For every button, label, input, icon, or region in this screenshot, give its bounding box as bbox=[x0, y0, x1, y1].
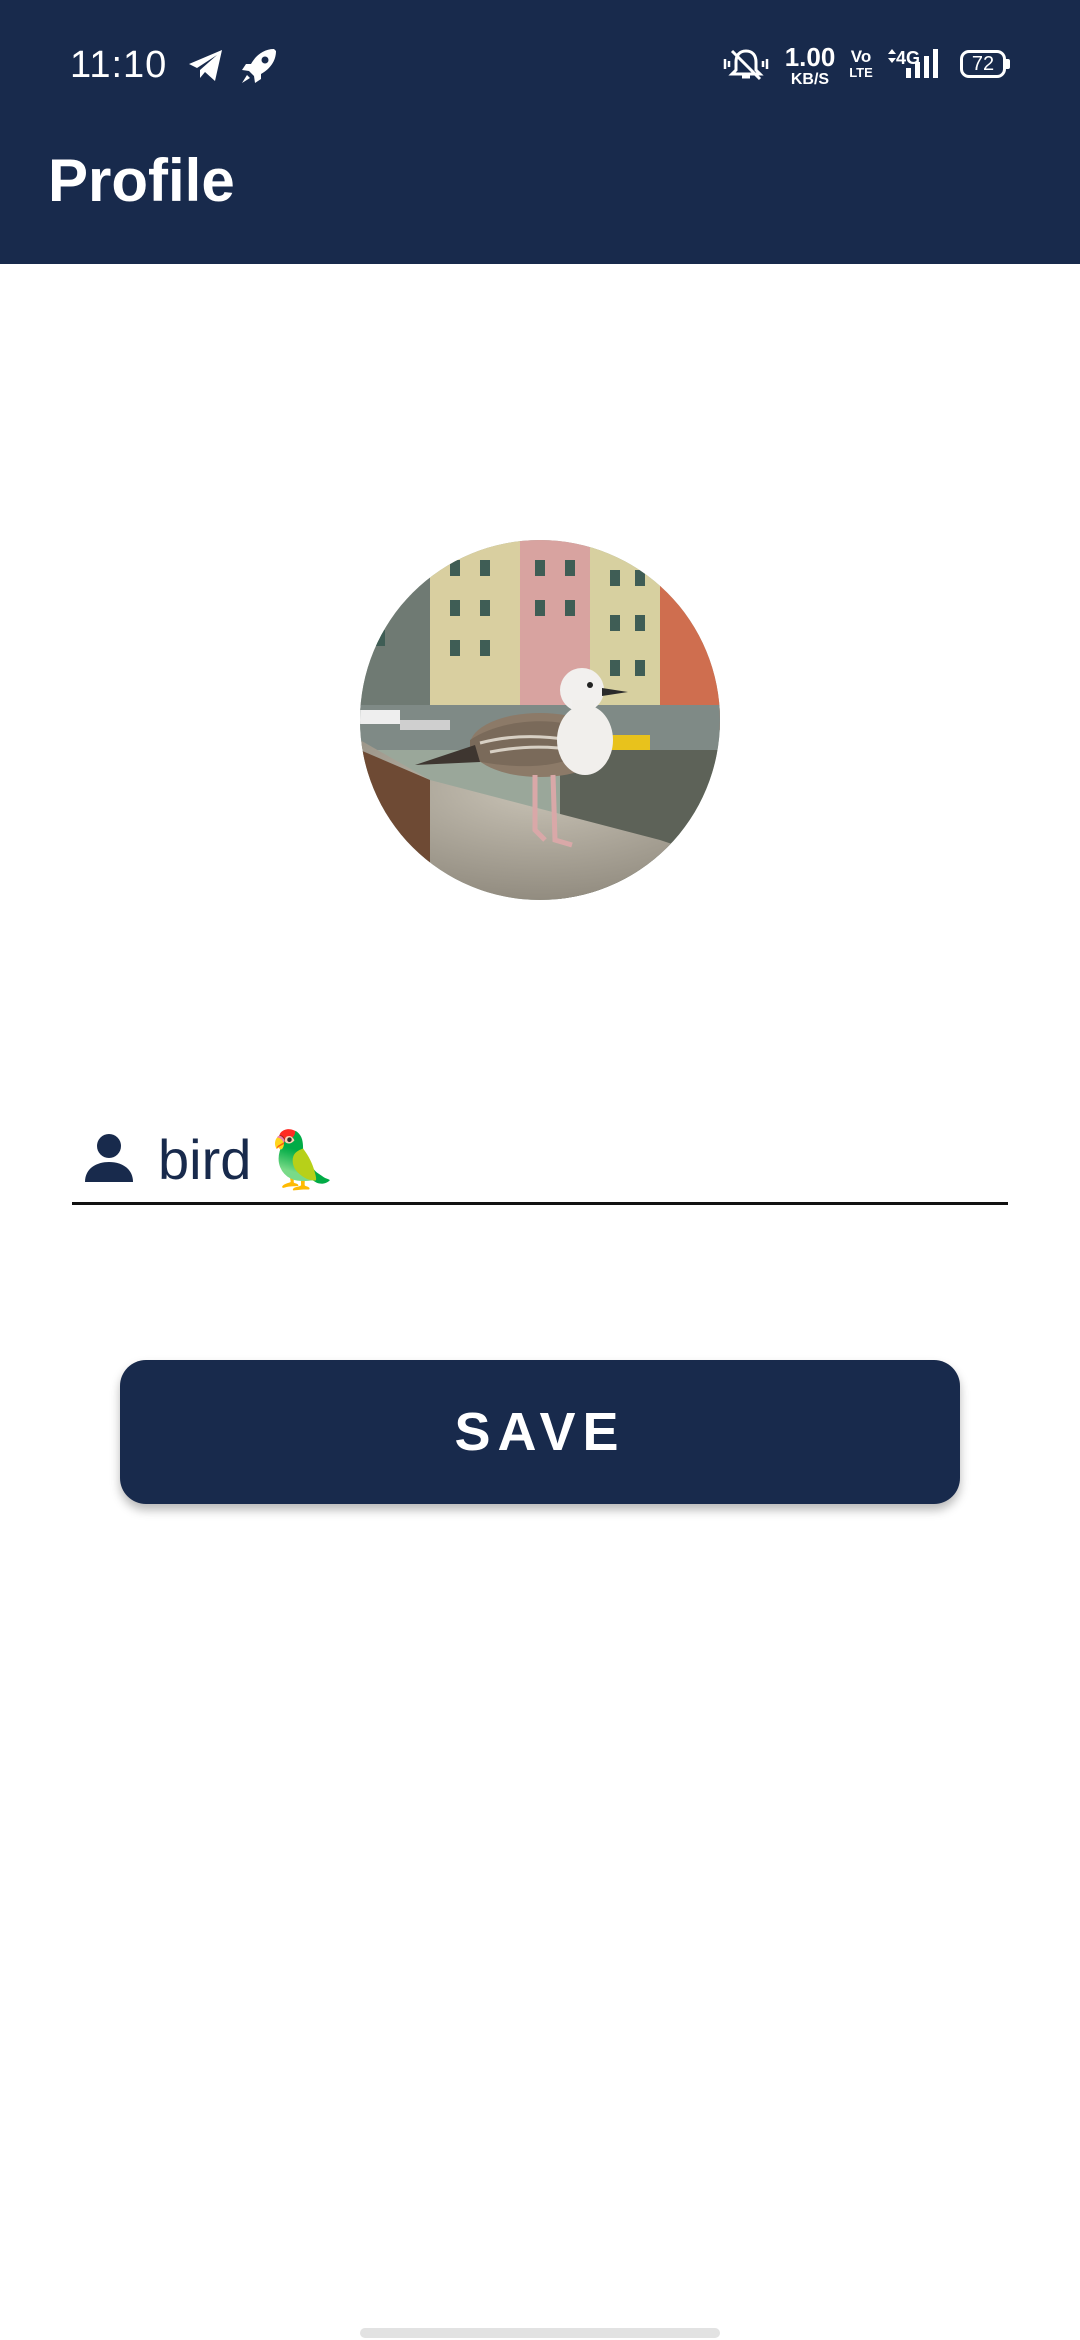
volte-bottom: LTE bbox=[849, 65, 873, 80]
signal-icon bbox=[884, 46, 944, 86]
battery-indicator: 72 bbox=[960, 50, 1010, 78]
network-speed-unit: KB/S bbox=[790, 71, 830, 88]
telegram-icon bbox=[186, 45, 226, 85]
app-bar: 11:10 1.00 KB/S Vo LTE 4G 72 Profile bbox=[0, 0, 1080, 264]
name-input[interactable] bbox=[158, 1120, 998, 1200]
status-bar: 11:10 1.00 KB/S Vo LTE 4G 72 bbox=[0, 0, 1080, 130]
save-button[interactable]: SAVE bbox=[120, 1360, 960, 1504]
name-field[interactable] bbox=[72, 1120, 1008, 1205]
page-title: Profile bbox=[48, 147, 235, 214]
network-speed: 1.00 KB/S bbox=[782, 44, 838, 88]
mute-bell-icon bbox=[722, 45, 770, 85]
volte-top: Vo bbox=[850, 47, 872, 66]
status-time: 11:10 bbox=[70, 44, 168, 86]
profile-avatar[interactable] bbox=[360, 540, 720, 900]
person-icon bbox=[82, 1130, 136, 1184]
volte-indicator: Vo LTE bbox=[848, 48, 874, 79]
network-speed-value: 1.00 bbox=[784, 42, 836, 72]
navigation-handle[interactable] bbox=[360, 2328, 720, 2338]
rocket-icon bbox=[238, 45, 280, 85]
